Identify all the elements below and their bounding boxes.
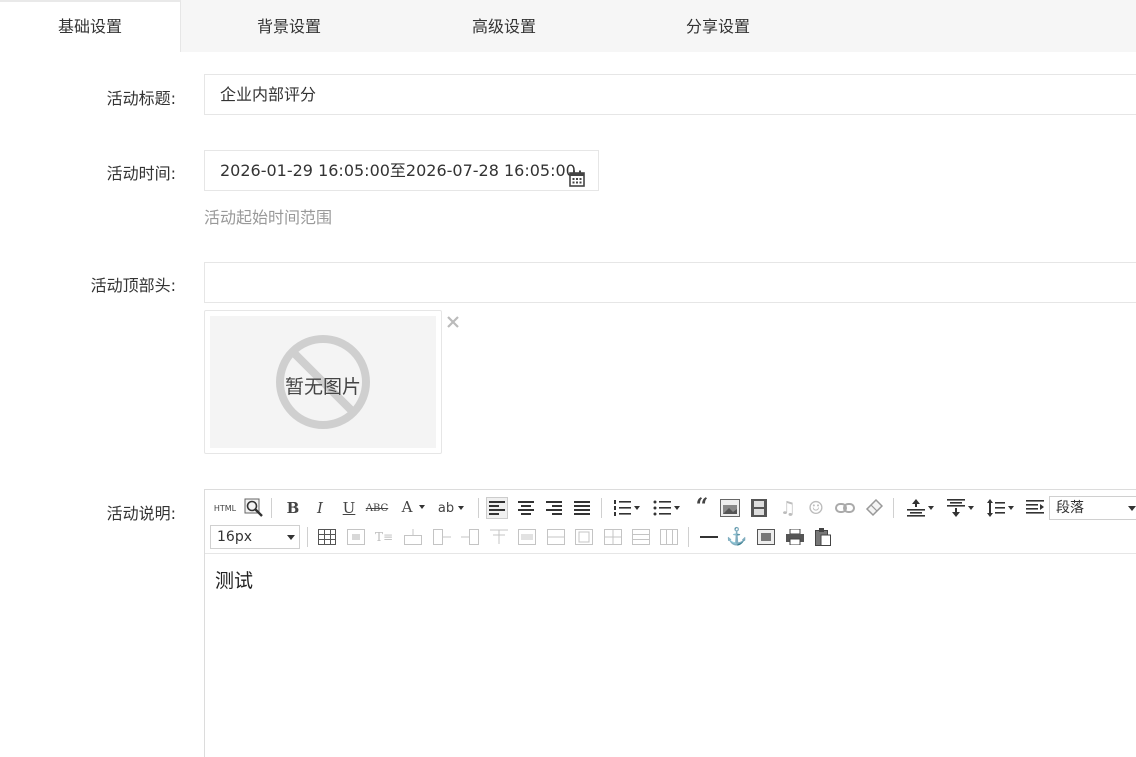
remove-image-icon[interactable] [444,313,462,331]
italic-icon[interactable]: I [309,497,331,519]
time-range-input[interactable]: 2026-01-29 16:05:00至2026-07-28 16:05:00 [204,150,599,191]
font-size-value: 16px [217,529,252,545]
no-image-placeholder: 暂无图片 [210,316,436,448]
time-hint: 活动起始时间范围 [204,208,333,227]
row-spacing-bottom-icon[interactable] [945,497,974,519]
toolbar-separator [478,498,479,518]
time-range-value: 2026-01-29 16:05:00至2026-07-28 16:05:00 [220,161,576,180]
anchor-icon[interactable]: ⚓ [726,526,748,548]
table-cell-icon-5[interactable] [630,526,652,548]
toolbar-separator [271,498,272,518]
calendar-icon[interactable] [569,162,585,187]
insert-row-icon[interactable] [402,526,424,548]
tab-share-settings[interactable]: 分享设置 [611,0,825,52]
emoticon-icon[interactable]: ☺ [805,497,827,519]
blockquote-icon[interactable]: “ [691,494,713,520]
header-image-preview: 暂无图片 [204,310,442,454]
title-label: 活动标题: [106,89,176,108]
line-height-icon[interactable] [985,497,1014,519]
tab-basic-settings[interactable]: 基础设置 [0,0,181,52]
print-icon[interactable] [784,526,806,548]
title-input[interactable]: 企业内部评分 [204,74,1136,115]
table-cell-icon-6[interactable] [658,526,680,548]
font-color-icon[interactable]: A [396,496,425,518]
video-icon[interactable] [748,497,770,519]
description-label: 活动说明: [106,504,176,523]
insert-column-icon[interactable] [431,526,453,548]
html-source-icon[interactable]: HTML [213,497,237,519]
rich-text-editor: HTML B I U ABC A ab “ ♫ ☺ 段落 16px T≡ ⚓ 测… [204,489,1136,757]
preview-icon[interactable] [243,497,265,519]
insert-frame-icon[interactable] [755,526,777,548]
paragraph-format-select[interactable]: 段落 [1049,496,1136,520]
table-cell-icon-3[interactable] [573,526,595,548]
tab-advanced-settings[interactable]: 高级设置 [397,0,611,52]
background-color-icon[interactable]: ab [435,497,464,519]
split-cells-icon[interactable] [488,526,510,548]
editor-content[interactable]: 测试 [215,566,253,593]
underline-icon[interactable]: U [338,497,360,519]
unordered-list-icon[interactable] [651,497,680,519]
align-right-icon[interactable] [543,497,565,519]
toolbar-separator [688,527,689,547]
chevron-down-icon [1128,506,1136,511]
link-icon[interactable] [834,497,856,519]
toolbar-separator [601,498,602,518]
ordered-list-icon[interactable] [611,497,640,519]
chevron-down-icon [287,535,295,540]
eraser-icon[interactable] [863,497,885,519]
toolbar-separator [307,527,308,547]
music-icon[interactable]: ♫ [777,497,799,519]
font-size-select[interactable]: 16px [210,525,300,549]
table-cell-icon-1[interactable] [516,526,538,548]
editor-toolbar: HTML B I U ABC A ab “ ♫ ☺ 段落 16px T≡ ⚓ [205,490,1136,554]
bold-icon[interactable]: B [282,497,304,519]
insert-table-icon[interactable] [316,526,338,548]
merge-cells-icon[interactable] [345,526,367,548]
image-icon[interactable] [719,497,741,519]
horizontal-rule-icon[interactable] [698,526,720,548]
paste-icon[interactable] [812,526,834,548]
table-cell-icon-2[interactable] [545,526,567,548]
align-left-icon[interactable] [486,497,508,519]
header-image-input[interactable] [204,262,1136,303]
toolbar-separator [893,498,894,518]
table-title-icon[interactable]: T≡ [373,526,395,548]
tab-bar: 基础设置 背景设置 高级设置 分享设置 [0,0,1136,52]
align-justify-icon[interactable] [571,497,593,519]
tab-background-settings[interactable]: 背景设置 [181,0,397,52]
align-center-icon[interactable] [515,497,537,519]
paragraph-format-value: 段落 [1056,500,1084,516]
row-spacing-top-icon[interactable] [905,497,934,519]
indent-icon[interactable] [1024,497,1046,519]
time-label: 活动时间: [106,164,176,183]
header-label: 活动顶部头: [90,276,176,295]
no-image-text: 暂无图片 [284,376,361,398]
table-cell-icon-4[interactable] [602,526,624,548]
delete-column-icon[interactable] [459,526,481,548]
strikethrough-icon[interactable]: ABC [366,497,388,519]
